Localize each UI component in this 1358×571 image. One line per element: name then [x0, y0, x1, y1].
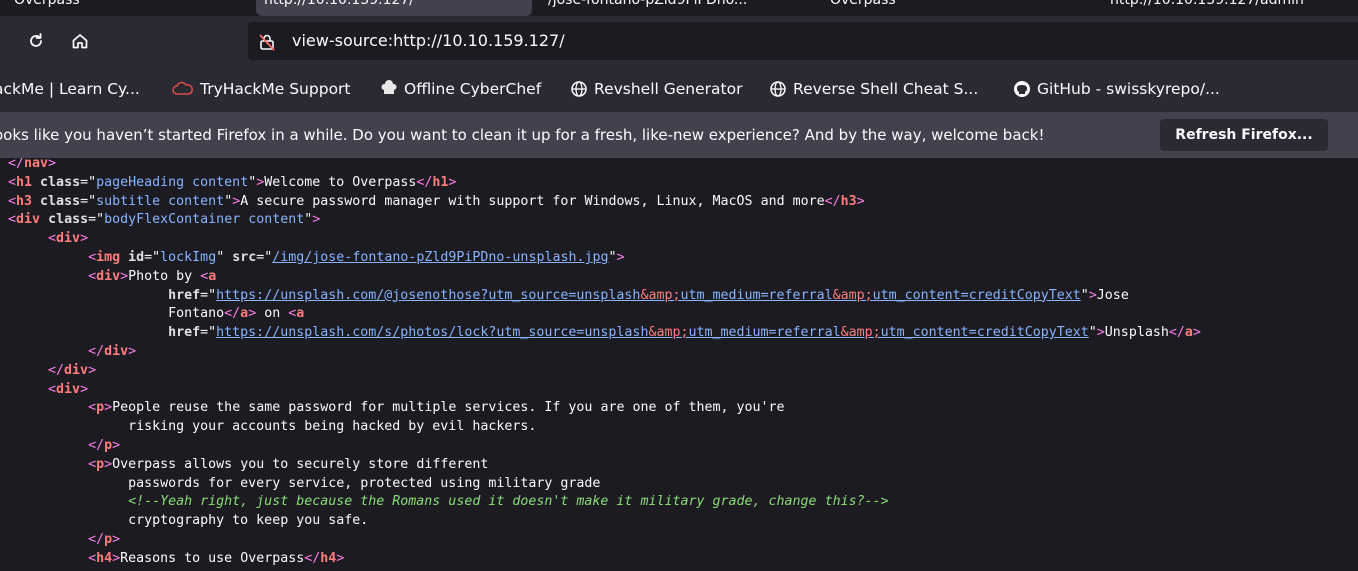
- notification-text: ooks like you haven’t started Firefox in…: [0, 126, 1045, 144]
- globe-icon: [571, 81, 587, 97]
- home-button[interactable]: [64, 25, 96, 57]
- tab-label: http://10.10.159.127/admin: [1110, 0, 1304, 8]
- url-text: view-source:http://10.10.159.127/: [292, 31, 565, 50]
- bookmark-label: GitHub - swisskyrepo/...: [1037, 80, 1220, 98]
- tab-label: Overpass: [14, 0, 80, 8]
- tab-label: Overpass: [830, 0, 896, 8]
- bookmark-tryhackme-support[interactable]: TryHackMe Support: [172, 66, 351, 112]
- home-icon: [72, 34, 88, 49]
- bookmark-label: Reverse Shell Cheat S...: [793, 80, 979, 98]
- chef-hat-icon: [381, 80, 397, 94]
- tab-overpass-1[interactable]: Overpass: [14, 0, 234, 16]
- insecure-lock-icon: [259, 34, 275, 51]
- bookmark-tryhackme[interactable]: ackMe | Learn Cy...: [0, 66, 140, 112]
- tab-active[interactable]: http://10.10.159.127/: [256, 0, 532, 16]
- unsplash-link[interactable]: https://unsplash.com/s/photos/lock?utm_s…: [216, 325, 1089, 340]
- tab-admin[interactable]: http://10.10.159.127/admin: [1110, 0, 1358, 16]
- tab-strip: Overpass http://10.10.159.127/ /jose-fon…: [0, 0, 1358, 16]
- navigation-toolbar: view-source:http://10.10.159.127/: [0, 16, 1358, 66]
- notification-bar: ooks like you haven’t started Firefox in…: [0, 112, 1358, 158]
- tab-overpass-2[interactable]: Overpass: [830, 0, 1070, 16]
- bookmark-reverse-shell[interactable]: Reverse Shell Cheat S...: [769, 66, 978, 112]
- tab-label: http://10.10.159.127/: [264, 0, 415, 8]
- bookmark-label: Revshell Generator: [594, 80, 743, 98]
- reload-icon: [30, 33, 42, 47]
- globe-icon: [770, 81, 786, 97]
- source-code: </nav> <h1 class="pageHeading content">W…: [8, 158, 1201, 566]
- source-view: </nav> <h1 class="pageHeading content">W…: [0, 158, 1358, 571]
- tab-image[interactable]: /jose-fontano-pZld9PiPDno...: [548, 0, 788, 16]
- refresh-firefox-button[interactable]: Refresh Firefox...: [1160, 119, 1328, 151]
- tab-label: /jose-fontano-pZld9PiPDno...: [548, 0, 748, 8]
- bookmark-github[interactable]: GitHub - swisskyrepo/...: [1013, 66, 1220, 112]
- cloud-icon: [172, 81, 193, 95]
- bookmark-label: TryHackMe Support: [200, 80, 351, 98]
- reload-button[interactable]: [20, 25, 52, 57]
- html-comment: <!--Yeah right, just because the Romans …: [128, 494, 889, 510]
- bookmark-label: ackMe | Learn Cy...: [0, 80, 140, 98]
- photographer-link[interactable]: https://unsplash.com/@josenothose?utm_so…: [216, 288, 1081, 303]
- bookmark-label: Offline CyberChef: [404, 80, 542, 98]
- url-bar[interactable]: view-source:http://10.10.159.127/: [248, 22, 1358, 60]
- img-src-link[interactable]: /img/jose-fontano-pZld9PiPDno-unsplash.j…: [272, 250, 608, 265]
- github-icon: [1014, 81, 1030, 97]
- bookmark-revshell[interactable]: Revshell Generator: [570, 66, 742, 112]
- bookmark-cyberchef[interactable]: Offline CyberChef: [380, 66, 541, 112]
- bookmarks-toolbar: ackMe | Learn Cy... TryHackMe Support Of…: [0, 66, 1358, 112]
